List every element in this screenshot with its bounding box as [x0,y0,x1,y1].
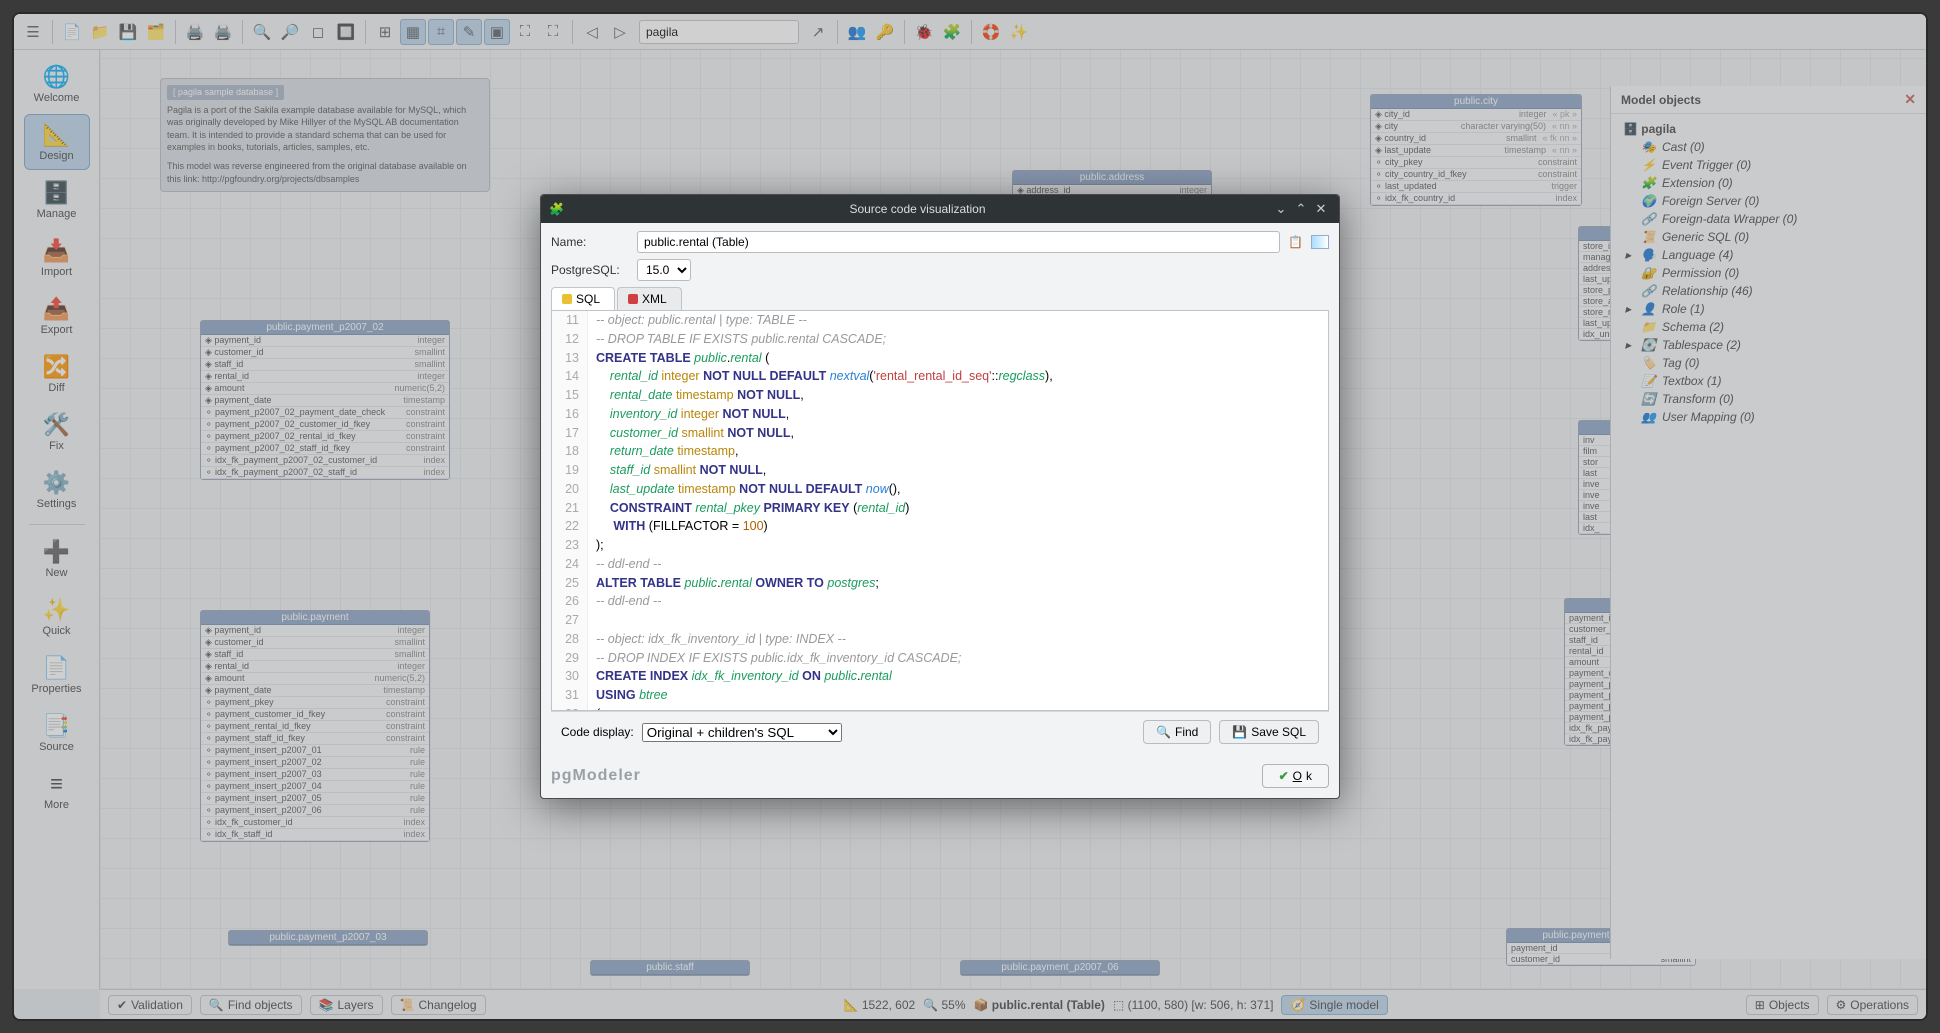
name-field[interactable] [637,231,1280,253]
dialog-title: Source code visualization [564,202,1271,216]
app-icon: 🧩 [549,202,564,216]
save-sql-button[interactable]: 💾 Save SQL [1219,720,1319,744]
tab-sql[interactable]: SQL [551,287,615,310]
ok-button[interactable]: ✔Ok [1262,764,1329,788]
code-display-label: Code display: [561,725,634,739]
brand-label: pgModeler [551,767,641,785]
tab-xml[interactable]: XML [617,287,682,310]
copy-icon[interactable]: 📋 [1288,235,1303,249]
find-button[interactable]: 🔍 Find [1143,720,1211,744]
close-icon[interactable]: ✕ [1311,201,1331,217]
pg-version-select[interactable]: 15.0 [637,259,691,281]
palette-icon[interactable] [1311,235,1329,249]
code-viewer[interactable]: 11-- object: public.rental | type: TABLE… [551,311,1329,711]
code-display-select[interactable]: Original + children's SQL [642,723,842,742]
pg-label: PostgreSQL: [551,263,629,277]
minimize-icon[interactable]: ⌄ [1271,201,1291,217]
maximize-icon[interactable]: ⌃ [1291,201,1311,217]
dialog-titlebar[interactable]: 🧩 Source code visualization ⌄ ⌃ ✕ [541,195,1339,223]
source-code-dialog: 🧩 Source code visualization ⌄ ⌃ ✕ Name: … [540,194,1340,799]
name-label: Name: [551,235,629,249]
